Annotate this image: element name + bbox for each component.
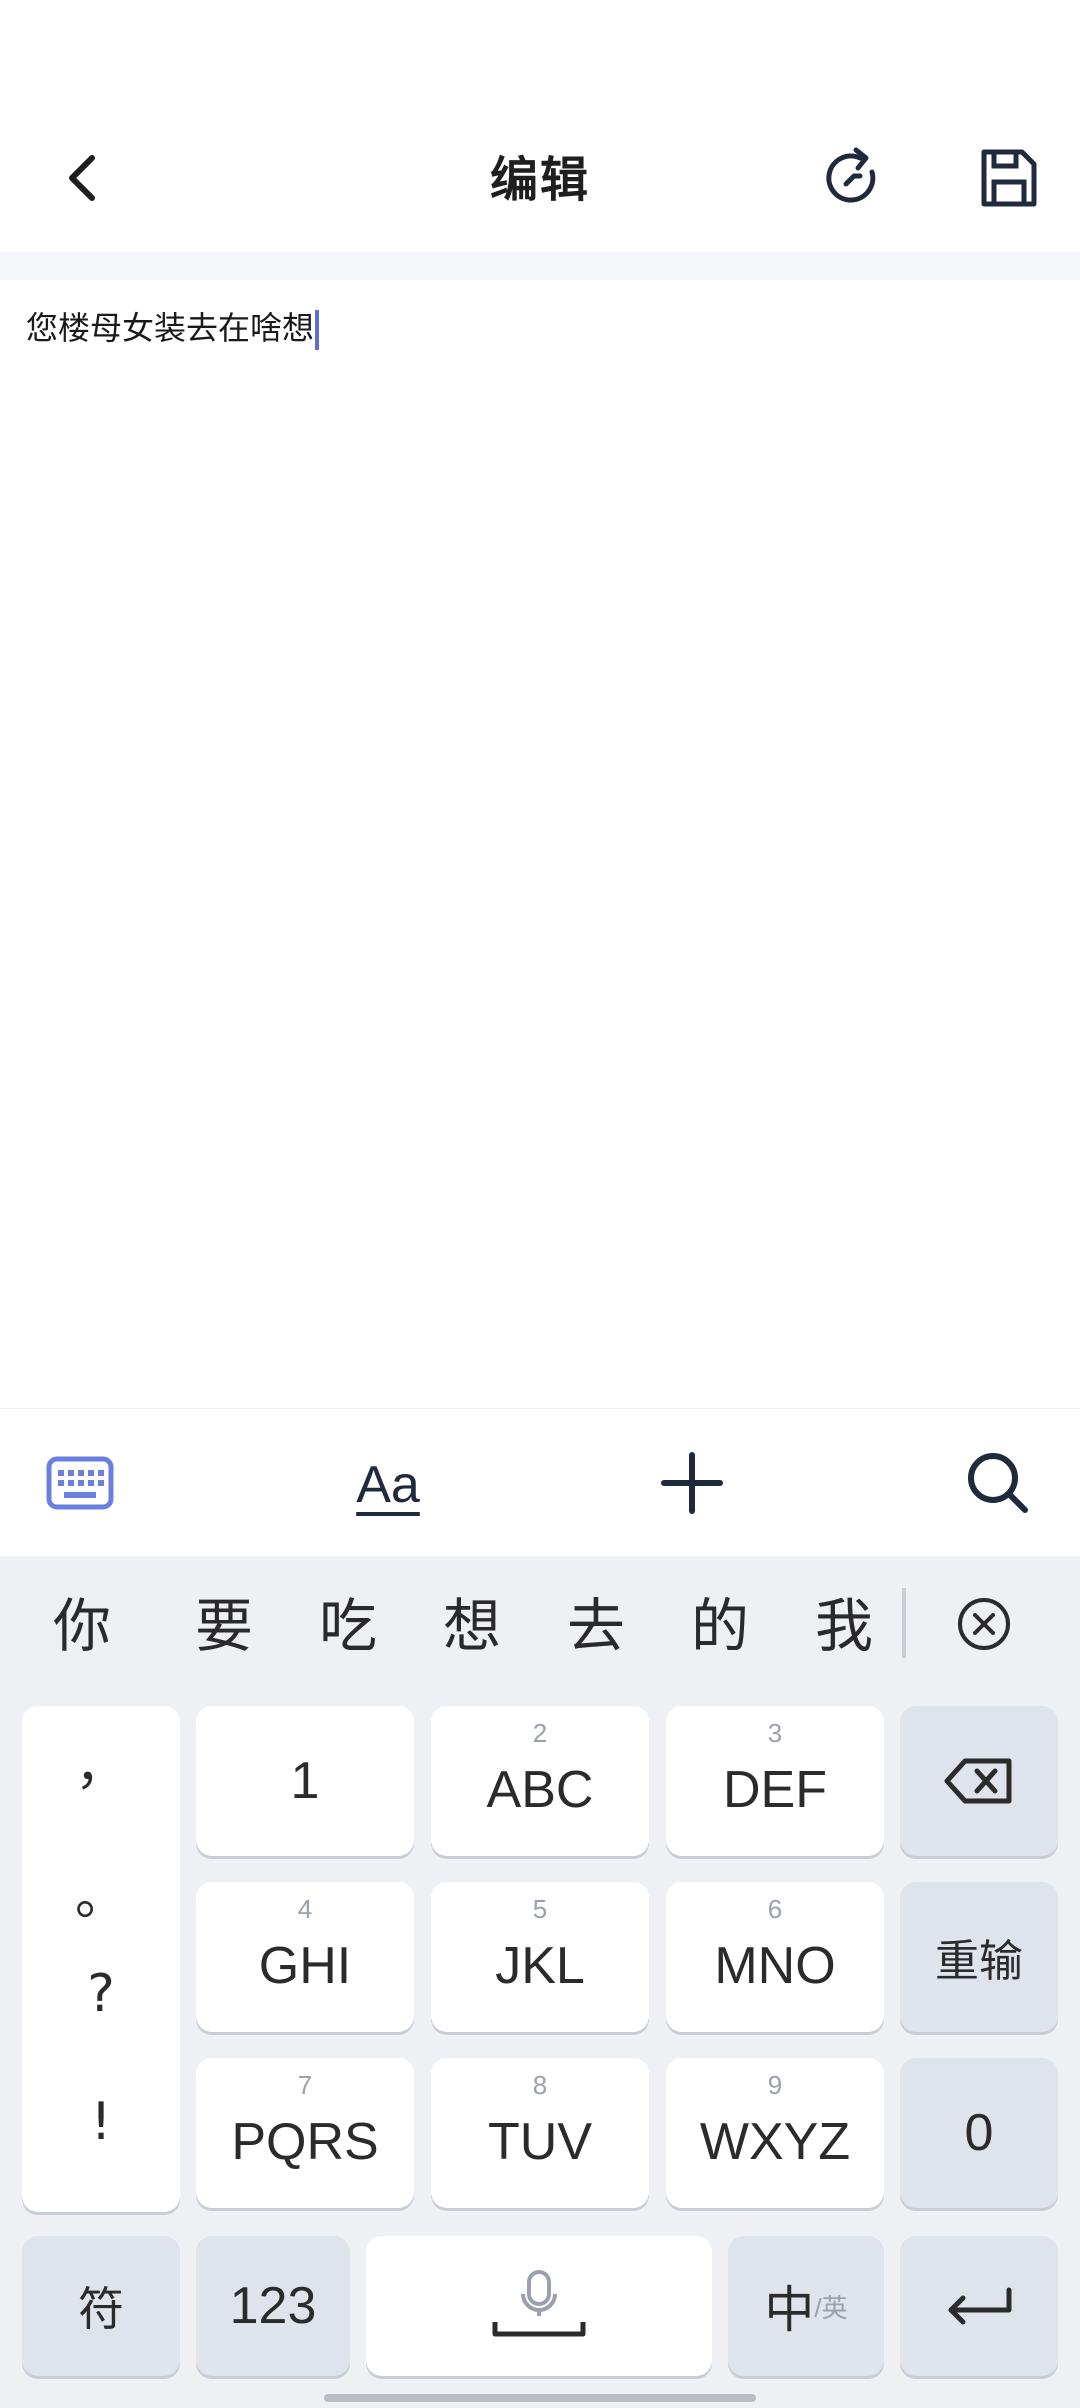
key-label: MNO [714, 1937, 836, 1995]
enter-key[interactable] [900, 2236, 1058, 2376]
key-label: 符 [78, 2283, 124, 2335]
candidate-divider [902, 1588, 906, 1658]
key-0[interactable]: 0 [900, 2058, 1058, 2208]
punct-period-key[interactable]: 。 [22, 1854, 180, 1929]
key-7-pqrs[interactable]: 7 PQRS [196, 2058, 414, 2208]
editor-text-value: 您楼母女装去在啥想 [26, 309, 315, 347]
page-title: 编辑 [489, 152, 590, 208]
punct-question-key[interactable]: ? [22, 1964, 180, 2024]
search-button[interactable] [958, 1445, 1038, 1525]
key-label: 0 [964, 2104, 994, 2162]
candidate-item[interactable]: 要 [174, 1586, 274, 1666]
screen: 编辑 您楼母女装去在啥想 Aa 你 要 吃 想 去 的 我 ， 。 ? ! 1 … [0, 0, 1080, 2408]
key-8-tuv[interactable]: 8 TUV [431, 2058, 649, 2208]
key-3-def[interactable]: 3 DEF [666, 1706, 884, 1856]
key-1[interactable]: 1 [196, 1706, 414, 1856]
app-header: 编辑 [0, 0, 1080, 252]
candidate-item[interactable]: 去 [546, 1586, 646, 1666]
key-label: PQRS [231, 2113, 379, 2171]
keyboard-icon [46, 1456, 114, 1514]
microphone-space-icon [366, 2236, 712, 2376]
key-digit: 2 [532, 1718, 548, 1748]
backspace-icon [900, 1706, 1058, 1856]
key-label: 重输 [935, 1937, 1023, 1986]
backspace-key[interactable] [900, 1706, 1058, 1856]
key-2-abc[interactable]: 2 ABC [431, 1706, 649, 1856]
key-digit: 5 [532, 1894, 548, 1924]
ime-keyboard: 你 要 吃 想 去 的 我 ， 。 ? ! 1 2 ABC 3 DEF 4 GH… [0, 1556, 1080, 2408]
lang-sub-label: /英 [814, 2292, 848, 2323]
key-label: WXYZ [699, 2113, 851, 2171]
key-label: 中/英 [728, 2236, 884, 2376]
punct-comma-key[interactable]: ， [22, 1724, 180, 1799]
key-4-ghi[interactable]: 4 GHI [196, 1882, 414, 2032]
symbol-key[interactable]: 符 [22, 2236, 180, 2376]
back-button[interactable] [42, 140, 122, 220]
refresh-icon [820, 146, 884, 214]
key-label: TUV [488, 2113, 592, 2171]
key-digit: 7 [297, 2070, 313, 2100]
close-circle-icon [956, 1596, 1012, 1656]
candidate-item[interactable]: 的 [670, 1586, 770, 1666]
text-format-label: Aa [356, 1456, 420, 1514]
key-label: DEF [723, 1761, 827, 1819]
key-label: 123 [229, 2277, 317, 2335]
chevron-left-icon [62, 150, 102, 210]
key-label: GHI [258, 1937, 352, 1995]
key-5-jkl[interactable]: 5 JKL [431, 1882, 649, 2032]
candidate-item[interactable]: 吃 [298, 1586, 398, 1666]
key-label: JKL [495, 1937, 585, 1995]
reinput-key[interactable]: 重输 [900, 1882, 1058, 2032]
language-switch-key[interactable]: 中/英 [728, 2236, 884, 2376]
editor-toolbar: Aa [0, 1408, 1080, 1557]
keyboard-toggle-button[interactable] [40, 1445, 120, 1525]
save-button[interactable] [968, 140, 1048, 220]
punct-exclaim-key[interactable]: ! [22, 2092, 180, 2152]
insert-button[interactable] [652, 1445, 732, 1525]
plus-icon [660, 1451, 724, 1519]
clear-candidates-button[interactable] [944, 1586, 1024, 1666]
key-9-wxyz[interactable]: 9 WXYZ [666, 2058, 884, 2208]
floppy-disk-icon [976, 146, 1040, 214]
space-voice-key[interactable] [366, 2236, 712, 2376]
punctuation-column: ， 。 ? ! [22, 1706, 180, 2212]
header-divider [0, 252, 1080, 280]
lang-main-label: 中 [764, 2282, 815, 2338]
key-label: 1 [290, 1752, 320, 1810]
refresh-button[interactable] [812, 140, 892, 220]
candidate-item[interactable]: 你 [32, 1586, 132, 1666]
key-6-mno[interactable]: 6 MNO [666, 1882, 884, 2032]
text-cursor [315, 310, 320, 350]
key-digit: 4 [297, 1894, 313, 1924]
text-editor[interactable]: 您楼母女装去在啥想 [0, 280, 1080, 1408]
numeric-key[interactable]: 123 [196, 2236, 350, 2376]
home-indicator[interactable] [324, 2394, 756, 2402]
search-icon [965, 1450, 1031, 1520]
editor-content[interactable]: 您楼母女装去在啥想 [26, 302, 320, 354]
key-digit: 6 [767, 1894, 783, 1924]
candidate-bar: 你 要 吃 想 去 的 我 [0, 1556, 1080, 1696]
candidate-item[interactable]: 我 [794, 1586, 894, 1666]
text-format-button[interactable]: Aa [348, 1445, 428, 1525]
return-icon [900, 2236, 1058, 2376]
key-digit: 9 [767, 2070, 783, 2100]
key-label: ABC [486, 1761, 594, 1819]
candidate-item[interactable]: 想 [422, 1586, 522, 1666]
key-digit: 3 [767, 1718, 783, 1748]
key-digit: 8 [532, 2070, 548, 2100]
